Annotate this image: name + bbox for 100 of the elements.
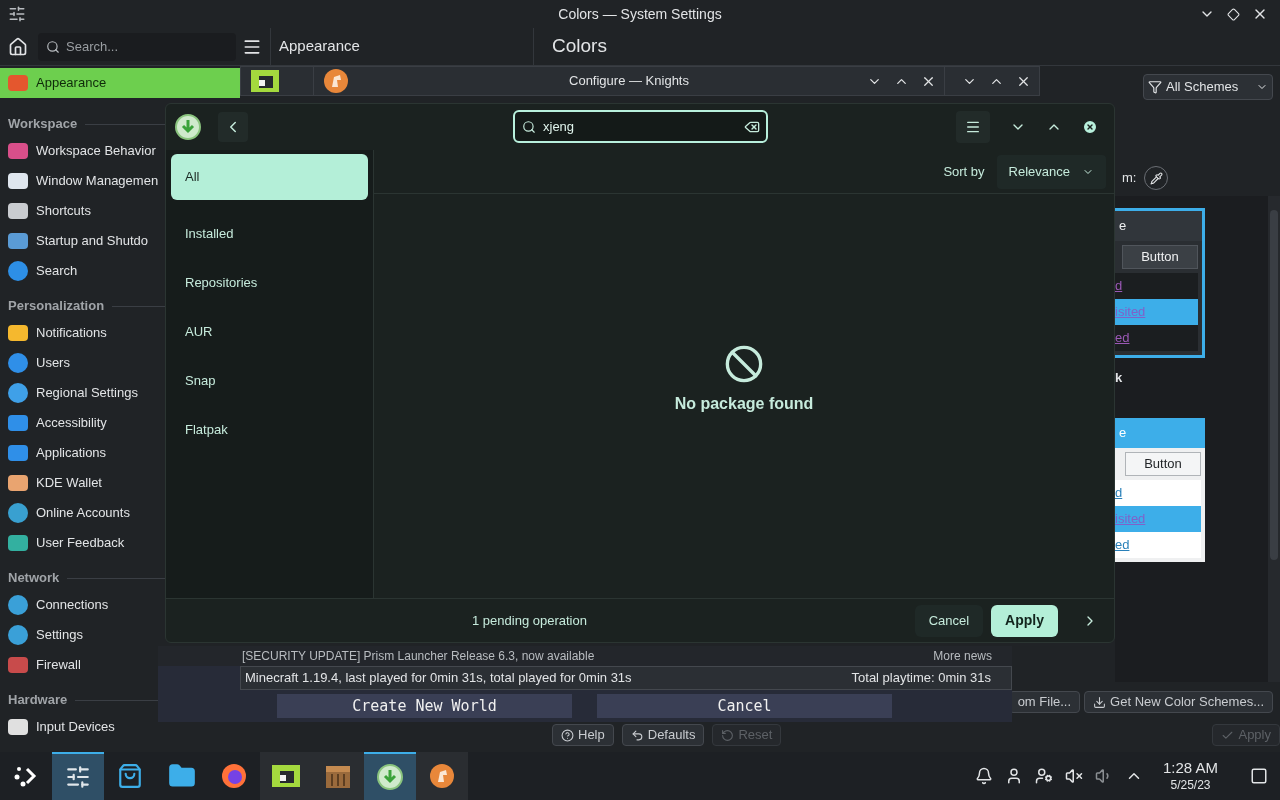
pipette-icon	[1149, 171, 1163, 185]
reset-icon	[721, 728, 735, 742]
sidebar-item[interactable]: Applications	[0, 438, 111, 468]
clock[interactable]: 1:28 AM 5/25/23	[1162, 759, 1218, 793]
horse-icon	[428, 762, 456, 790]
scheme-preview[interactable]: e Button d isited ed	[1115, 208, 1205, 358]
task-button[interactable]	[52, 752, 104, 800]
scrollbar[interactable]	[1268, 196, 1280, 682]
category-item[interactable]: Repositories	[171, 268, 368, 298]
category-icon	[8, 503, 28, 523]
search-field[interactable]: Search...	[38, 32, 236, 61]
preview-link: isited	[1115, 509, 1146, 528]
preview-link: d	[1115, 277, 1123, 296]
sidebar-item[interactable]: Shortcuts	[0, 196, 95, 226]
search-field[interactable]: xjeng	[513, 110, 768, 143]
sidebar-item[interactable]: Online Accounts	[0, 498, 134, 528]
notification-icon[interactable]	[974, 767, 993, 785]
category-item[interactable]: Snap	[171, 366, 368, 396]
empty-message: No package found	[674, 394, 814, 414]
no-results-icon	[724, 344, 764, 384]
undo-icon	[630, 728, 644, 742]
sidebar-item[interactable]: Workspace Behavior	[0, 136, 160, 166]
sort-dropdown[interactable]: Relevance	[996, 154, 1106, 189]
sidebar-item[interactable]: KDE Wallet	[0, 468, 106, 498]
category-icon	[8, 475, 28, 491]
section-header: Hardware	[8, 691, 68, 710]
search-icon	[522, 120, 536, 134]
mute-icon[interactable]	[1064, 767, 1083, 785]
sidebar-item[interactable]: Notifications	[0, 318, 111, 348]
preview-link: d	[1115, 483, 1123, 502]
preview-button: Button	[1122, 245, 1198, 269]
user-settings-icon[interactable]	[1034, 767, 1053, 785]
filter-dropdown[interactable]: All Schemes	[1143, 74, 1273, 100]
task-button[interactable]	[260, 752, 312, 800]
store-icon	[117, 763, 143, 789]
category-icon	[8, 445, 28, 461]
sidebar-item[interactable]: Startup and Shutdo	[0, 226, 153, 256]
status-text: 1 pending operation	[472, 611, 587, 630]
scheme-preview[interactable]: e Button d isited ed	[1115, 417, 1205, 562]
page-title: Colors	[552, 34, 607, 59]
sidebar-item[interactable]: Settings	[0, 620, 87, 650]
footer-button[interactable]: Get New Color Schemes...	[1084, 691, 1273, 713]
cancel-button[interactable]: Cancel	[914, 604, 984, 637]
sidebar-item[interactable]: Regional Settings	[0, 378, 142, 408]
status-text: Minecraft 1.19.4, last played for 0min 31s, total played for 0min 31s	[245, 669, 632, 688]
filter-icon	[1148, 80, 1162, 94]
category-icon	[8, 657, 28, 673]
pick-label: m:	[1122, 169, 1137, 188]
close-button[interactable]	[1082, 119, 1098, 135]
category-item[interactable]: AUR	[171, 317, 368, 347]
category-icon	[8, 261, 28, 281]
sidebar-item[interactable]: Accessibility	[0, 408, 111, 438]
preview-button: Button	[1125, 451, 1201, 476]
sidebar-item[interactable]: Search	[0, 256, 82, 286]
search-icon	[46, 39, 60, 54]
sort-label: Sort by	[943, 162, 985, 181]
category-icon	[8, 325, 28, 341]
category-icon	[8, 415, 28, 431]
help-icon	[561, 728, 574, 742]
more-news-link[interactable]: More news	[933, 647, 992, 665]
show-desktop-icon[interactable]	[1250, 767, 1268, 785]
apply-button[interactable]: Apply	[991, 604, 1058, 637]
task-button[interactable]	[364, 752, 416, 800]
sidebar-item[interactable]: Window Managemen	[0, 166, 163, 196]
menu-button[interactable]	[956, 111, 990, 143]
folder-icon	[168, 762, 196, 790]
settings-icon	[8, 5, 26, 23]
game-button[interactable]: Create New World	[277, 694, 572, 718]
footer-button[interactable]: Defaults	[621, 724, 705, 746]
preview-link: ed	[1115, 329, 1130, 348]
category-item[interactable]: Installed	[171, 219, 368, 249]
horse-icon	[322, 67, 350, 95]
section-header: Workspace	[8, 115, 78, 134]
sidebar-item[interactable]: User Feedback	[0, 528, 129, 558]
section-header: Personalization	[8, 297, 105, 316]
preview-link: isited	[1115, 303, 1146, 322]
window-title: Colors — System Settings	[558, 4, 722, 24]
maximize-button[interactable]	[1227, 7, 1240, 21]
settings-icon	[65, 764, 91, 790]
sidebar-item[interactable]: Connections	[0, 590, 113, 620]
download-icon	[376, 763, 404, 791]
window-title: Configure — Knights	[569, 72, 689, 91]
sidebar-item[interactable]: Users	[0, 348, 74, 378]
sidebar-item[interactable]: Firewall	[0, 650, 85, 680]
game-button[interactable]: Cancel	[597, 694, 892, 718]
category-item[interactable]: All	[171, 154, 368, 200]
breadcrumb: Appearance	[279, 36, 361, 57]
sidebar-item[interactable]: Appearance	[0, 68, 240, 98]
footer-button[interactable]: Help	[552, 724, 614, 746]
category-icon	[8, 233, 28, 249]
browser-icon	[220, 762, 248, 790]
task-button[interactable]	[416, 752, 468, 800]
category-icon	[8, 173, 28, 189]
category-item[interactable]: Flatpak	[171, 415, 368, 445]
back-button[interactable]	[218, 112, 248, 142]
home-button[interactable]	[8, 36, 28, 57]
launcher-logo-icon	[270, 763, 302, 789]
sidebar-item[interactable]: Input Devices	[0, 712, 119, 742]
playtime-text: Total playtime: 0min 31s	[851, 669, 992, 688]
preview-title: e	[1119, 423, 1127, 442]
